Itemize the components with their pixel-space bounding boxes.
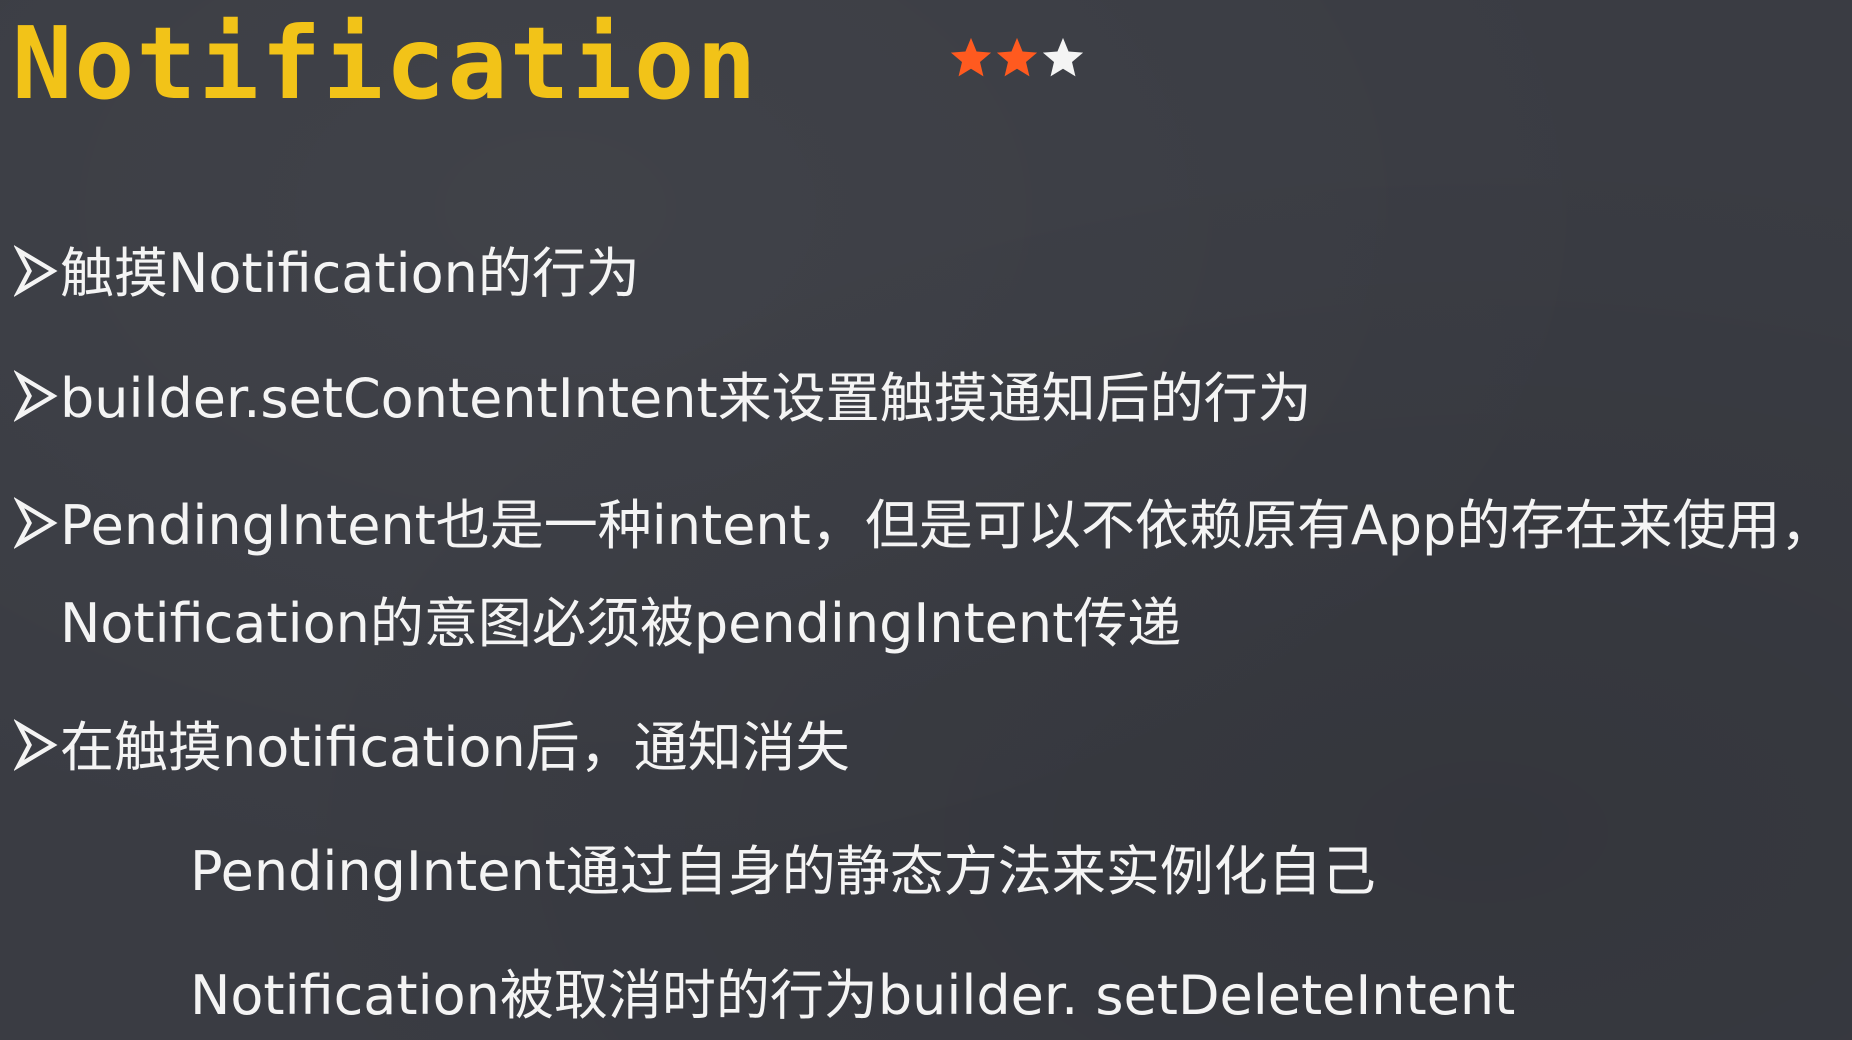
bullet-text: 在触摸notification后，通知消失	[60, 716, 850, 779]
bullet-item: PendingIntent也是一种intent，但是可以不依赖原有App的存在来…	[14, 493, 1834, 559]
bullet-text: PendingIntent也是一种intent，但是可以不依赖原有App的存在来…	[60, 494, 1835, 557]
star-rating	[948, 28, 1086, 88]
bullet-item: builder.setContentIntent来设置触摸通知后的行为	[14, 366, 1312, 432]
arrow-bullet-icon	[14, 370, 58, 423]
bullet-continuation: Notification的意图必须被pendingIntent传递	[60, 592, 1182, 655]
slide: Notification 触摸Notification的行为 builder.s…	[0, 0, 1852, 1040]
arrow-bullet-icon	[14, 245, 58, 298]
sub-item: Notification被取消时的行为builder. setDeleteInt…	[190, 964, 1516, 1027]
arrow-bullet-icon	[14, 719, 58, 772]
bullet-text: 触摸Notification的行为	[60, 242, 640, 305]
bullet-text: builder.setContentIntent来设置触摸通知后的行为	[60, 367, 1312, 430]
star-icon-1	[950, 37, 992, 77]
star-icon-2	[996, 37, 1038, 77]
arrow-bullet-icon	[14, 497, 58, 550]
bullet-item: 在触摸notification后，通知消失	[14, 715, 850, 781]
sub-item: PendingIntent通过自身的静态方法来实例化自己	[190, 840, 1376, 903]
bullet-item: 触摸Notification的行为	[14, 241, 640, 307]
slide-title: Notification	[12, 5, 759, 122]
star-icon-3	[1042, 37, 1084, 77]
